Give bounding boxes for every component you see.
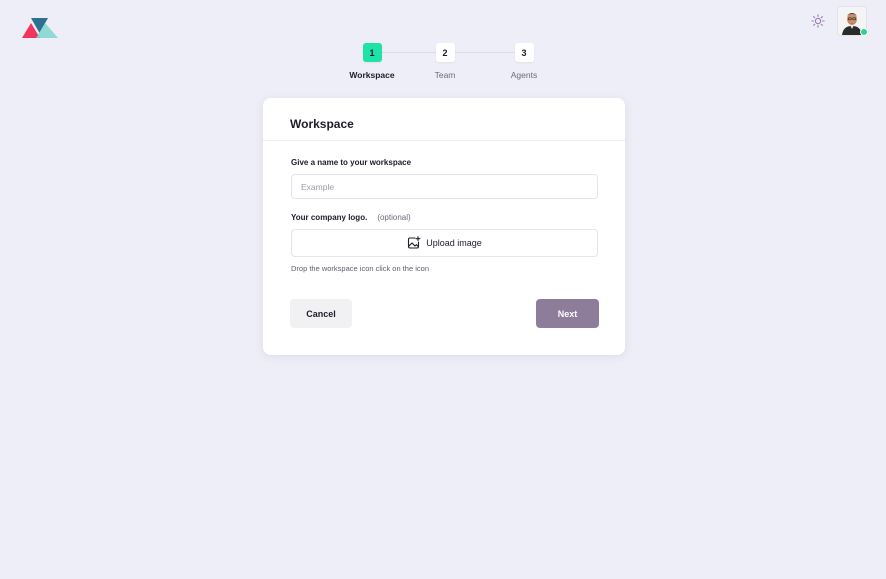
online-status-indicator bbox=[860, 28, 868, 36]
workspace-name-label: Give a name to your workspace bbox=[291, 158, 412, 167]
onboarding-stepper: 1 Workspace 2 Team 3 Agents bbox=[0, 43, 886, 83]
header-actions bbox=[810, 7, 868, 36]
step-number: 1 bbox=[362, 43, 382, 62]
next-button[interactable]: Next bbox=[536, 299, 599, 328]
step-agents[interactable]: 3 Agents bbox=[489, 43, 559, 80]
sun-icon bbox=[811, 14, 825, 28]
upload-image-button[interactable]: Upload image bbox=[291, 229, 598, 257]
workspace-card: Workspace Give a name to your workspace … bbox=[263, 98, 625, 355]
upload-image-label: Upload image bbox=[426, 238, 482, 248]
upload-hint: Drop the workspace icon click on the ico… bbox=[291, 264, 429, 273]
step-workspace[interactable]: 1 Workspace bbox=[337, 43, 407, 80]
cancel-button[interactable]: Cancel bbox=[290, 299, 352, 328]
step-number: 3 bbox=[514, 43, 534, 62]
step-team[interactable]: 2 Team bbox=[410, 43, 480, 80]
app-logo[interactable] bbox=[22, 16, 62, 42]
image-plus-icon bbox=[408, 236, 421, 249]
card-title: Workspace bbox=[290, 117, 354, 131]
step-label: Workspace bbox=[349, 70, 395, 80]
company-logo-label-text: Your company logo. bbox=[291, 213, 368, 222]
user-avatar-button[interactable] bbox=[838, 7, 868, 36]
step-label: Team bbox=[434, 70, 456, 80]
triangle-logo-icon bbox=[22, 18, 58, 38]
workspace-name-input[interactable] bbox=[291, 174, 598, 199]
theme-toggle-button[interactable] bbox=[810, 13, 826, 29]
step-label: Agents bbox=[510, 70, 538, 80]
card-header: Workspace bbox=[263, 98, 625, 141]
optional-tag: (optional) bbox=[377, 213, 411, 222]
step-number: 2 bbox=[435, 43, 455, 62]
company-logo-label: Your company logo. (optional) bbox=[291, 213, 411, 222]
